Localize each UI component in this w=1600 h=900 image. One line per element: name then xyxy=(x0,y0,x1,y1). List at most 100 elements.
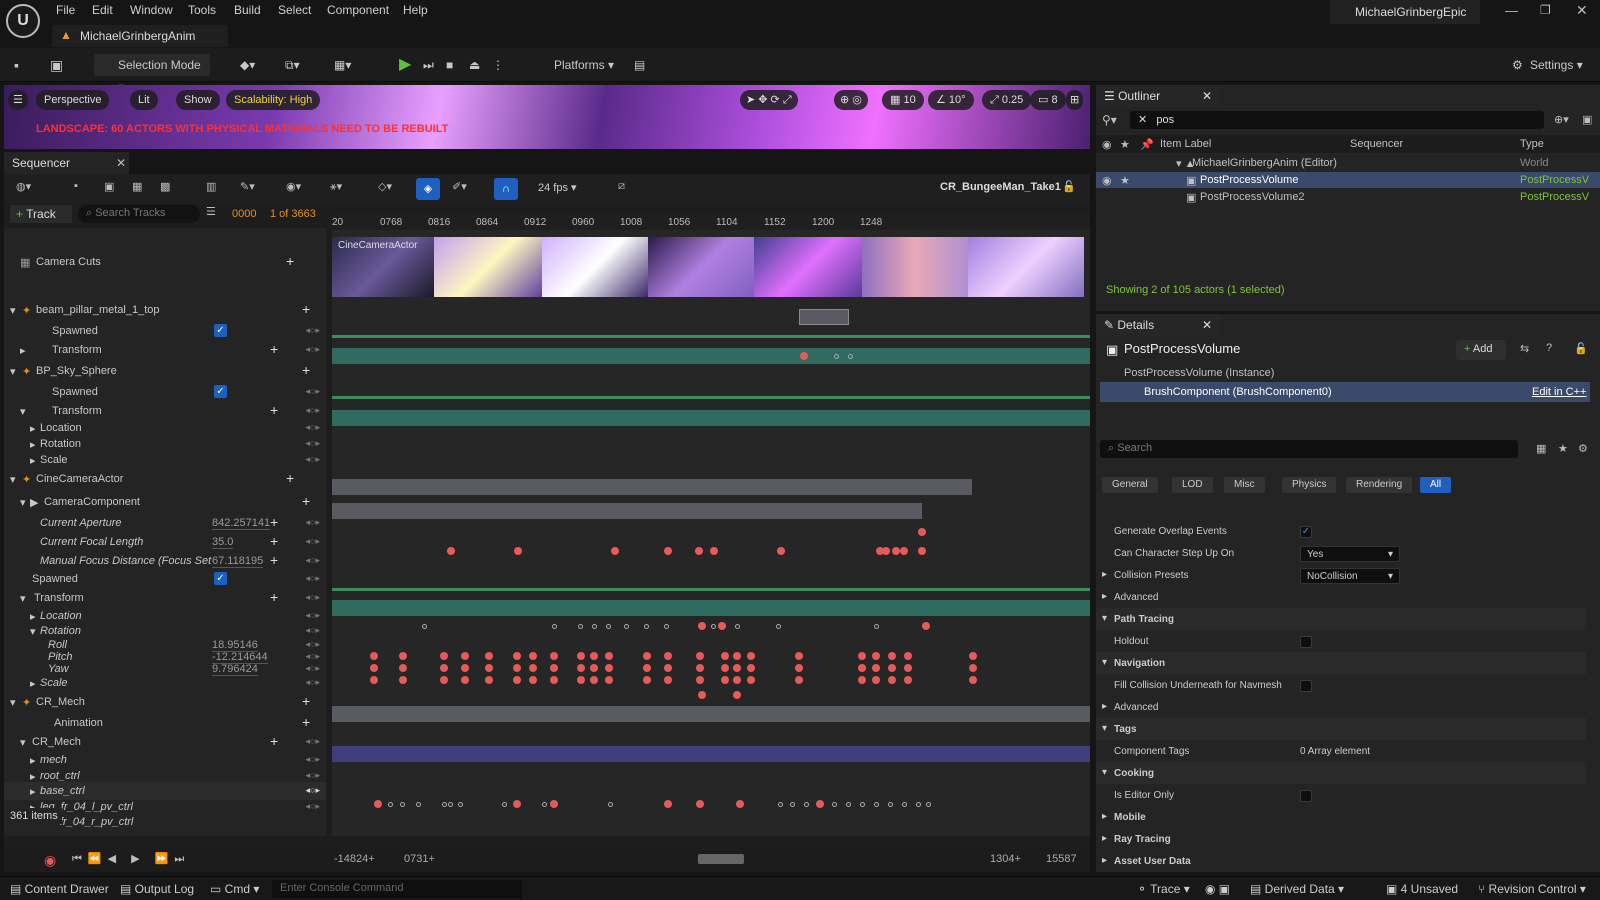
revision-control-dropdown[interactable]: ⑂ Revision Control ▾ xyxy=(1478,882,1586,896)
component-instance-row[interactable]: PostProcessVolume (Instance) xyxy=(1096,364,1600,382)
keyframe[interactable] xyxy=(370,676,378,684)
keyframe[interactable] xyxy=(831,801,837,807)
keyframe[interactable] xyxy=(514,547,522,555)
lock-icon[interactable]: 🔓 xyxy=(1062,180,1076,193)
trace-dropdown[interactable]: ⚬ Trace ▾ xyxy=(1137,882,1190,896)
track-animation[interactable]: Animation + xyxy=(4,714,326,732)
expand-icon[interactable]: ▸ xyxy=(1102,855,1107,866)
property-value[interactable] xyxy=(1300,634,1312,651)
add-icon[interactable]: + xyxy=(302,714,310,730)
keyframe[interactable] xyxy=(607,801,613,807)
track-camera-component[interactable]: ▾ ▶ CameraComponent + xyxy=(4,493,326,511)
keyframe[interactable] xyxy=(800,352,808,360)
keyframe[interactable] xyxy=(873,801,879,807)
keyframe[interactable] xyxy=(663,623,669,629)
pin-icon[interactable]: 📌 xyxy=(1140,138,1154,151)
outliner-filter-icon[interactable]: ⚲▾ xyxy=(1102,113,1117,127)
keyframe[interactable] xyxy=(513,664,521,672)
find-asset-icon[interactable]: ▣ xyxy=(104,180,114,193)
keyframe[interactable] xyxy=(858,664,866,672)
expand-icon[interactable]: ▸ xyxy=(30,754,36,767)
keyframe-nav-icon[interactable]: ◂○▸ xyxy=(306,536,320,547)
expand-icon[interactable]: ▾ xyxy=(10,696,16,709)
fps-dropdown[interactable]: 24 fps ▾ xyxy=(538,181,577,194)
property-row[interactable]: Collision Presets ▸ NoCollision ▾ xyxy=(1096,564,1586,586)
keyframe[interactable] xyxy=(550,664,558,672)
outliner-tab[interactable]: ☰ Outliner ✕ xyxy=(1096,85,1220,107)
expand-icon[interactable]: ▾ xyxy=(1102,657,1107,668)
blueprint-icon[interactable]: ⇆ xyxy=(1520,342,1529,355)
keyframe[interactable] xyxy=(461,676,469,684)
outliner-row-world[interactable]: ▾ ▲ MichaelGrinbergAnim (Editor) World xyxy=(1096,155,1600,171)
keyframe[interactable] xyxy=(721,676,729,684)
keyframe[interactable] xyxy=(747,676,755,684)
help-icon[interactable]: ? xyxy=(1546,342,1552,354)
keyframe[interactable] xyxy=(736,800,744,808)
track-scale[interactable]: ▸ Scale ◂○▸ xyxy=(4,674,326,692)
angle-snap[interactable]: ∠ 10° xyxy=(928,90,974,110)
keyframe-nav-icon[interactable]: ◂○▸ xyxy=(306,736,320,747)
add-filter-icon[interactable]: ⊕▾ xyxy=(1554,113,1569,126)
keyframe[interactable] xyxy=(529,652,537,660)
keyframe-nav-icon[interactable]: ◂○▸ xyxy=(306,555,320,566)
camera-icon[interactable]: ▩ xyxy=(160,180,170,193)
scale-snap[interactable]: ⤢ 0.25 xyxy=(982,90,1032,110)
transport-controls[interactable]: ⏮⏪◀ ▶ ⏩⏭ xyxy=(72,852,190,866)
keyframe[interactable] xyxy=(915,801,921,807)
keyframe-nav-icon[interactable]: ◂○▸ xyxy=(306,454,320,465)
expand-icon[interactable]: ▾ xyxy=(20,736,26,749)
aperture-value[interactable]: 842.257141 xyxy=(212,517,271,530)
keyframe[interactable] xyxy=(374,800,382,808)
menu-build[interactable]: Build xyxy=(234,3,261,17)
keyframe[interactable] xyxy=(795,652,803,660)
spawned-section[interactable] xyxy=(332,588,1090,591)
keyframe[interactable] xyxy=(918,547,926,555)
keyframe[interactable] xyxy=(888,652,896,660)
keyframe-nav-icon[interactable]: ◂○▸ xyxy=(306,785,320,796)
camera-component-section[interactable] xyxy=(332,503,922,519)
cr-mech-section[interactable] xyxy=(332,706,1090,722)
browse-icon[interactable]: ▣ xyxy=(50,54,63,76)
tab-lod[interactable]: LOD xyxy=(1172,477,1213,493)
keyframe[interactable] xyxy=(664,664,672,672)
keyframe[interactable] xyxy=(461,652,469,660)
keyframe[interactable] xyxy=(698,691,706,699)
keyframe[interactable] xyxy=(501,801,507,807)
property-row[interactable]: Can Character Step Up On Yes ▾ xyxy=(1096,542,1586,564)
keyframe[interactable] xyxy=(721,664,729,672)
property-row[interactable]: Cooking ▾ xyxy=(1096,762,1586,784)
stop-icon[interactable]: ■ xyxy=(446,54,453,76)
blueprint-icon[interactable]: ⧉▾ xyxy=(285,54,300,76)
menu-file[interactable]: File xyxy=(56,3,75,17)
close-window-icon[interactable]: ✕ xyxy=(1576,2,1588,19)
live-coding-icon[interactable]: ◉ ▣ xyxy=(1205,882,1230,896)
add-icon[interactable]: + xyxy=(302,493,310,509)
keyframe[interactable] xyxy=(733,652,741,660)
timeline-ruler[interactable]: 20 0768 0816 0864 0912 0960 1008 1056 11… xyxy=(332,214,1090,230)
perspective-button[interactable]: Perspective xyxy=(36,90,110,110)
keyframe[interactable] xyxy=(969,652,977,660)
visibility-icon[interactable]: ◉ xyxy=(1102,138,1112,151)
tab-physics[interactable]: Physics xyxy=(1282,477,1337,493)
add-component-button[interactable]: + Add xyxy=(1456,340,1506,360)
property-row[interactable]: Path Tracing ▾ xyxy=(1096,608,1586,630)
keyframe[interactable] xyxy=(922,622,930,630)
add-icon[interactable]: + xyxy=(270,733,278,749)
expand-icon[interactable]: ▸ xyxy=(30,422,36,435)
keyframe-nav-icon[interactable]: ◂○▸ xyxy=(306,325,320,336)
minimize-icon[interactable]: — xyxy=(1505,3,1518,18)
track-spawned[interactable]: Spawned ✓ ◂○▸ xyxy=(4,570,326,588)
control-rig-section[interactable] xyxy=(332,746,1090,762)
keyframe[interactable] xyxy=(664,547,672,555)
keyframe[interactable] xyxy=(399,801,405,807)
keyframe[interactable] xyxy=(387,801,393,807)
keyframe[interactable] xyxy=(577,676,585,684)
keyframe-nav-icon[interactable]: ◂○▸ xyxy=(306,438,320,449)
keyframe[interactable] xyxy=(777,547,785,555)
keyframe[interactable] xyxy=(611,547,619,555)
property-row[interactable]: Generate Overlap Events ✓ xyxy=(1096,520,1586,542)
close-sequencer-icon[interactable]: ✕ xyxy=(116,156,126,170)
add-icon[interactable]: + xyxy=(270,552,278,568)
keyframe-nav-icon[interactable]: ◂○▸ xyxy=(306,422,320,433)
track-spawned[interactable]: Spawned ✓ ◂○▸ xyxy=(4,383,326,401)
